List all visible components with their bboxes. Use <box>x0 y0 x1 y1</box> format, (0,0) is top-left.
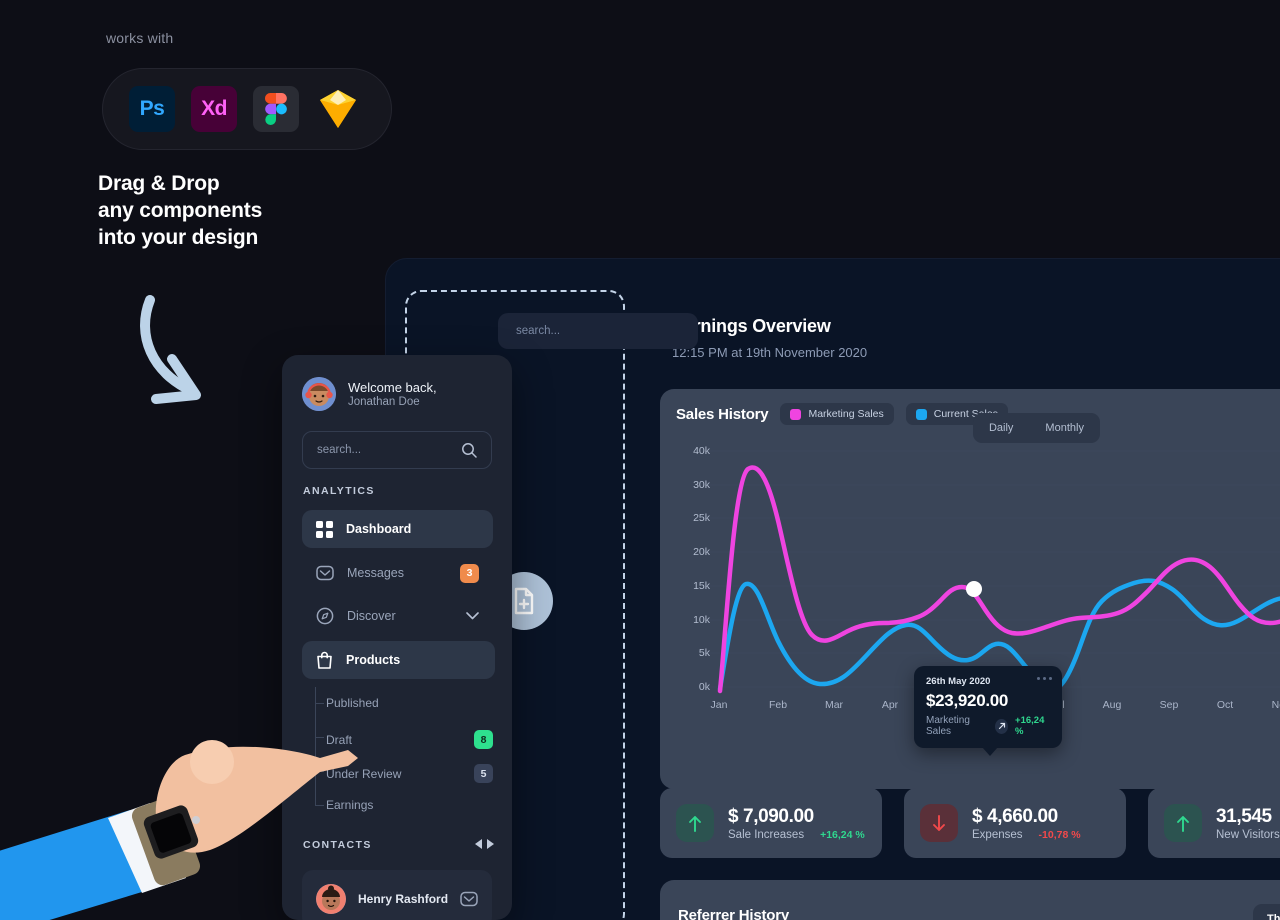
stat-label: New Visitors <box>1216 828 1280 841</box>
sidebar-item-dashboard[interactable]: Dashboard <box>302 510 493 548</box>
chart-highlight-point[interactable] <box>966 581 982 597</box>
chart-gridlines <box>706 450 1280 688</box>
range-option-daily[interactable]: Daily <box>973 422 1029 434</box>
dashboard-search-placeholder: search... <box>516 325 561 337</box>
sidebar-section-analytics: ANALYTICS <box>303 485 375 497</box>
referrer-history-title: Referrer History <box>678 907 790 920</box>
arrow-up-icon <box>1164 804 1202 842</box>
figma-logo <box>253 86 299 132</box>
legend-swatch-current <box>915 408 927 420</box>
range-toggle[interactable]: Daily Monthly <box>972 413 1100 443</box>
chart-plot-area <box>706 450 1280 694</box>
bag-icon <box>317 651 332 669</box>
sidebar-greeting: Welcome back, <box>348 380 437 395</box>
x-tick-aug: Aug <box>1102 699 1122 711</box>
chart-tooltip: 26th May 2020 $23,920.00 Marketing Sales… <box>914 666 1062 756</box>
sidebar-item-label: Products <box>346 653 401 667</box>
series-line-marketing-sales <box>717 465 1280 694</box>
page-subtitle: 12:15 PM at 19th November 2020 <box>672 345 868 360</box>
stat-label: Sale Increases <box>728 828 805 841</box>
sidebar-item-products[interactable]: Products <box>302 641 495 679</box>
adobe-xd-logo: Xd <box>191 86 237 132</box>
x-tick-sep: Sep <box>1159 699 1179 711</box>
works-with-label: works with <box>106 30 174 46</box>
sales-line-chart: 40k 30k 25k 20k 15k 10k 5k 0k Jan Feb Ma… <box>660 441 1280 756</box>
tooltip-series-label: Marketing Sales <box>926 715 970 737</box>
x-tick-nov: Nov <box>1271 699 1280 711</box>
sidebar-item-label: Discover <box>347 609 396 623</box>
arrow-up-icon <box>676 804 714 842</box>
prev-arrow-icon[interactable] <box>475 839 483 849</box>
screen-root: works with Ps Xd Drag & Drop any compone… <box>0 0 1280 920</box>
stat-change: +16,24 % <box>820 828 865 841</box>
contact-name: Henry Rashford <box>358 892 449 906</box>
curved-arrow-icon <box>140 295 201 404</box>
tooltip-date: 26th May 2020 <box>926 676 991 687</box>
legend-swatch-marketing <box>790 408 802 420</box>
user-avatar <box>302 377 336 411</box>
stat-card-sale-increases[interactable]: $ 7,090.00 Sale Increases +16,24 % <box>660 788 882 858</box>
x-tick-mar: Mar <box>824 699 844 711</box>
stat-value: 31,545 <box>1216 805 1272 827</box>
envelope-icon[interactable] <box>460 890 478 908</box>
headline-line-2: any components <box>98 199 263 222</box>
tooltip-value: $23,920.00 <box>926 691 1009 710</box>
sidebar-item-label: Dashboard <box>346 522 412 536</box>
x-tick-oct: Oct <box>1216 699 1234 711</box>
pointing-hand-illustration <box>0 740 358 920</box>
sales-history-card: Sales History Marketing Sales Current Sa… <box>660 389 1280 789</box>
sidebar-item-messages[interactable]: Messages 3 <box>302 554 493 592</box>
stat-card-new-visitors[interactable]: 31,545 New Visitors <box>1148 788 1280 858</box>
compass-icon <box>316 607 334 625</box>
sidebar-search-placeholder: search... <box>317 444 362 456</box>
sidebar-item-label: Messages <box>347 566 404 580</box>
stat-label: Expenses <box>972 828 1023 841</box>
sidebar-user[interactable]: Welcome back, Jonathan Doe <box>302 377 437 411</box>
next-arrow-icon[interactable] <box>486 839 494 849</box>
arrow-down-icon <box>920 804 958 842</box>
chevron-down-icon[interactable] <box>466 612 479 620</box>
stat-cards-row: $ 7,090.00 Sale Increases +16,24 % $ 4,6… <box>660 788 1280 858</box>
sidebar-badge-under-review: 5 <box>474 764 493 783</box>
contacts-carousel-controls[interactable] <box>475 839 494 849</box>
page-headline: Drag & Drop any components into your des… <box>98 170 262 251</box>
sidebar-username: Jonathan Doe <box>348 396 420 408</box>
referrer-range-button[interactable]: This Year <box>1253 904 1280 920</box>
compatible-tools-pill: Ps Xd <box>102 68 392 150</box>
stat-value: $ 7,090.00 <box>728 805 814 827</box>
envelope-icon <box>316 565 334 581</box>
more-dots-icon[interactable] <box>1037 677 1052 680</box>
dashboard-content: Earnings Overview 12:15 PM at 19th Novem… <box>650 258 1280 920</box>
search-icon <box>462 443 477 458</box>
x-tick-apr: Apr <box>881 699 899 711</box>
stat-value: $ 4,660.00 <box>972 805 1058 827</box>
range-option-monthly[interactable]: Monthly <box>1029 422 1100 434</box>
tooltip-footer: Marketing Sales +16,24 % <box>926 715 1050 737</box>
headline-line-1: Drag & Drop <box>98 172 220 195</box>
tooltip-change: +16,24 % <box>1015 715 1045 737</box>
stat-change: -10,78 % <box>1038 828 1081 841</box>
legend-label-marketing: Marketing Sales <box>808 408 884 420</box>
sidebar-badge-draft: 8 <box>474 730 493 749</box>
x-tick-jan: Jan <box>710 699 728 711</box>
dashboard-search-input[interactable]: search... <box>498 313 698 349</box>
sidebar-badge-messages: 3 <box>460 563 479 583</box>
referrer-history-card: Referrer History This Year <box>660 880 1280 920</box>
photoshop-logo-label: Ps <box>139 97 165 120</box>
arrow-up-right-icon <box>995 718 1009 734</box>
sidebar-search-input[interactable]: search... <box>302 431 492 469</box>
legend-marketing-sales[interactable]: Marketing Sales <box>780 403 894 425</box>
x-tick-feb: Feb <box>768 699 788 711</box>
grid-icon <box>316 520 333 538</box>
adobe-xd-logo-label: Xd <box>201 97 227 120</box>
headline-line-3: into your design <box>98 226 259 249</box>
stat-card-expenses[interactable]: $ 4,660.00 Expenses -10,78 % <box>904 788 1126 858</box>
sales-history-header: Sales History Marketing Sales Current Sa… <box>676 403 1100 443</box>
photoshop-logo: Ps <box>129 86 175 132</box>
sales-history-title: Sales History <box>676 405 769 423</box>
sketch-logo <box>315 86 361 132</box>
sidebar-item-discover[interactable]: Discover <box>302 597 493 635</box>
